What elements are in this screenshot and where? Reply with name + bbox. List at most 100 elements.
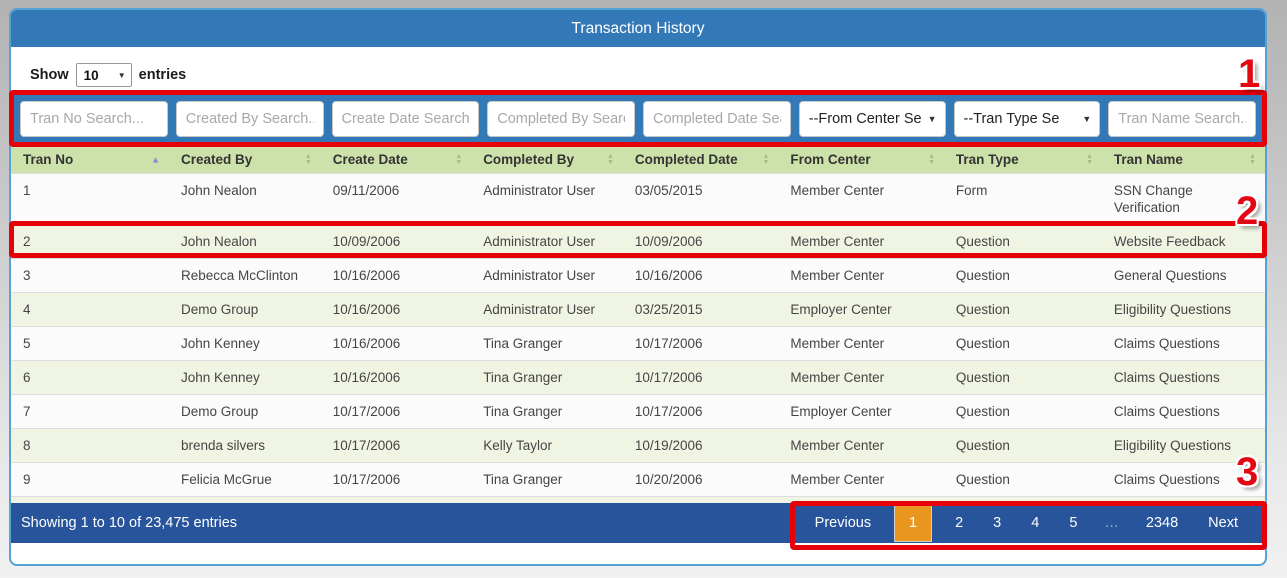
table-row[interactable]: 6John Kenney10/16/2006Tina Granger10/17/… bbox=[11, 361, 1265, 395]
column-header-tran-type[interactable]: Tran Type▲▼ bbox=[944, 147, 1102, 174]
page-2348[interactable]: 2348 bbox=[1131, 515, 1193, 531]
tran-type-select[interactable]: --Tran Type Se▼ bbox=[954, 101, 1101, 137]
cell: Demo Group bbox=[169, 293, 321, 327]
cell: Eligibility Questions bbox=[1102, 429, 1265, 463]
show-entries-control: Show 10 ▼ entries bbox=[30, 62, 1265, 88]
cell: Member Center bbox=[778, 174, 944, 225]
column-header-from-center[interactable]: From Center ▲▼ bbox=[778, 147, 944, 174]
chevron-down-icon: ▼ bbox=[118, 71, 126, 80]
cell: 10/16/2006 bbox=[321, 293, 471, 327]
sort-both-icon: ▲▼ bbox=[1249, 154, 1256, 166]
cell: 4 bbox=[11, 293, 169, 327]
table-row[interactable]: 4Demo Group10/16/2006Administrator User0… bbox=[11, 293, 1265, 327]
table-row[interactable]: 1John Nealon09/11/2006Administrator User… bbox=[11, 174, 1265, 225]
sort-down-arrow: ▼ bbox=[455, 160, 462, 166]
cell: Question bbox=[944, 259, 1102, 293]
column-header-tran-no[interactable]: Tran No▲ bbox=[11, 147, 169, 174]
cell: Question bbox=[944, 225, 1102, 259]
sort-down-arrow: ▼ bbox=[928, 160, 935, 166]
cell: 10/16/2006 bbox=[321, 259, 471, 293]
page-4[interactable]: 4 bbox=[1016, 515, 1054, 531]
cell: Question bbox=[944, 327, 1102, 361]
table-header-row: Tran No▲Created By▲▼Create Date▲▼Complet… bbox=[11, 147, 1265, 174]
show-entries-value: 10 bbox=[84, 68, 99, 83]
cell: 3 bbox=[11, 259, 169, 293]
create-date-search-input[interactable] bbox=[332, 101, 480, 137]
column-label: Tran Type bbox=[956, 152, 1019, 167]
cell: General Questions bbox=[1102, 259, 1265, 293]
cell: Member Center bbox=[778, 327, 944, 361]
cell: 03/25/2015 bbox=[623, 293, 778, 327]
table-row[interactable]: 3Rebecca McClinton10/16/2006Administrato… bbox=[11, 259, 1265, 293]
sort-both-icon: ▲▼ bbox=[928, 154, 935, 166]
page-2[interactable]: 2 bbox=[940, 515, 978, 531]
sort-both-icon: ▲▼ bbox=[455, 154, 462, 166]
cell: Member Center bbox=[778, 259, 944, 293]
column-header-tran-name[interactable]: Tran Name▲▼ bbox=[1102, 147, 1265, 174]
cell: Question bbox=[944, 463, 1102, 497]
cell: 10/17/2006 bbox=[623, 361, 778, 395]
column-header-created-by[interactable]: Created By▲▼ bbox=[169, 147, 321, 174]
cell: Administrator User bbox=[471, 174, 623, 225]
pagination-ellipsis: … bbox=[1092, 515, 1131, 531]
page-1[interactable]: 1 bbox=[894, 504, 932, 542]
entries-summary: Showing 1 to 10 of 23,475 entries bbox=[11, 515, 237, 531]
sort-both-icon: ▲▼ bbox=[762, 154, 769, 166]
cell: 5 bbox=[11, 327, 169, 361]
cell: Website Feedback bbox=[1102, 225, 1265, 259]
chevron-down-icon: ▼ bbox=[928, 114, 937, 124]
sort-down-arrow: ▼ bbox=[305, 160, 312, 166]
sort-down-arrow: ▼ bbox=[1249, 160, 1256, 166]
cell: Question bbox=[944, 293, 1102, 327]
page-5[interactable]: 5 bbox=[1054, 515, 1092, 531]
transaction-table: Tran No▲Created By▲▼Create Date▲▼Complet… bbox=[11, 147, 1265, 530]
cell: Felicia McGrue bbox=[169, 463, 321, 497]
page-3[interactable]: 3 bbox=[978, 515, 1016, 531]
table-row[interactable]: 2John Nealon10/09/2006Administrator User… bbox=[11, 225, 1265, 259]
column-label: From Center bbox=[790, 152, 870, 167]
cell: John Kenney bbox=[169, 361, 321, 395]
column-label: Tran No bbox=[23, 152, 73, 167]
column-label: Create Date bbox=[333, 152, 408, 167]
cell: Question bbox=[944, 395, 1102, 429]
column-header-completed-by[interactable]: Completed By▲▼ bbox=[471, 147, 623, 174]
sort-down-arrow: ▼ bbox=[607, 160, 614, 166]
cell: 2 bbox=[11, 225, 169, 259]
show-entries-select[interactable]: 10 ▼ bbox=[76, 63, 132, 87]
cell: Demo Group bbox=[169, 395, 321, 429]
column-header-completed-date[interactable]: Completed Date▲▼ bbox=[623, 147, 778, 174]
tran-no-search-input[interactable] bbox=[20, 101, 168, 137]
cell: Tina Granger bbox=[471, 463, 623, 497]
table-row[interactable]: 9Felicia McGrue10/17/2006Tina Granger10/… bbox=[11, 463, 1265, 497]
tran-name-search-input[interactable] bbox=[1108, 101, 1256, 137]
cell: 10/16/2006 bbox=[321, 361, 471, 395]
cell: Administrator User bbox=[471, 293, 623, 327]
table-row[interactable]: 8brenda silvers10/17/2006Kelly Taylor10/… bbox=[11, 429, 1265, 463]
cell: Claims Questions bbox=[1102, 327, 1265, 361]
cell: Employer Center bbox=[778, 293, 944, 327]
sort-both-icon: ▲▼ bbox=[305, 154, 312, 166]
select-value: --From Center Se bbox=[809, 111, 922, 127]
completed-date-search-input[interactable] bbox=[643, 101, 791, 137]
table-row[interactable]: 7Demo Group10/17/2006Tina Granger10/17/2… bbox=[11, 395, 1265, 429]
cell: Claims Questions bbox=[1102, 463, 1265, 497]
cell: Administrator User bbox=[471, 225, 623, 259]
page-previous[interactable]: Previous bbox=[800, 515, 886, 531]
sort-down-arrow: ▼ bbox=[762, 160, 769, 166]
column-header-create-date[interactable]: Create Date ▲▼ bbox=[321, 147, 471, 174]
cell: Member Center bbox=[778, 429, 944, 463]
pagination: Previous 12345…2348Next bbox=[800, 503, 1265, 543]
cell: Form bbox=[944, 174, 1102, 225]
completed-by-search-input[interactable] bbox=[487, 101, 635, 137]
cell: Claims Questions bbox=[1102, 361, 1265, 395]
created-by-search-input[interactable] bbox=[176, 101, 324, 137]
column-label: Completed By bbox=[483, 152, 574, 167]
page-next[interactable]: Next bbox=[1193, 515, 1253, 531]
cell: 10/17/2006 bbox=[321, 463, 471, 497]
cell: 8 bbox=[11, 429, 169, 463]
table-row[interactable]: 5John Kenney10/16/2006Tina Granger10/17/… bbox=[11, 327, 1265, 361]
cell: brenda silvers bbox=[169, 429, 321, 463]
cell: 1 bbox=[11, 174, 169, 225]
cell: 10/17/2006 bbox=[623, 395, 778, 429]
from-center-select[interactable]: --From Center Se ▼ bbox=[799, 101, 946, 137]
